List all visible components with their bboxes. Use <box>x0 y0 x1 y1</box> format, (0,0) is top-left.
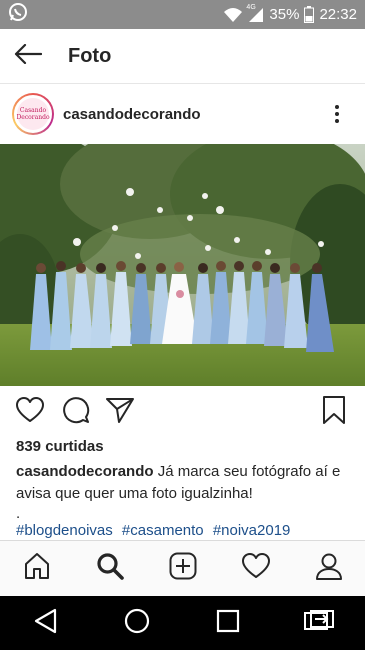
post-caption: casandodecorando Já marca seu fotógrafo … <box>16 461 351 505</box>
caption-username[interactable]: casandodecorando <box>16 463 154 480</box>
switch-apps-icon <box>303 609 335 638</box>
nav-switch-button[interactable] <box>294 598 344 648</box>
save-button[interactable] <box>319 395 349 429</box>
nav-back-button[interactable] <box>21 598 71 648</box>
hashtag-list: #blogdenoivas #casamento #noiva2019 <box>16 522 295 539</box>
square-recents-icon <box>216 609 240 638</box>
hashtag-link[interactable]: #noiva2019 <box>213 522 291 539</box>
caption-dot: . <box>16 505 21 522</box>
post-header: Casando Decorando casandodecorando <box>0 85 365 143</box>
more-options-button[interactable] <box>327 99 347 129</box>
more-dots-icon <box>335 105 339 109</box>
nav-recents-button[interactable] <box>203 598 253 648</box>
whatsapp-icon <box>8 2 28 27</box>
profile-icon <box>315 552 343 585</box>
bottom-tab-bar <box>0 540 365 596</box>
status-bar: 4G 35% 22:32 <box>0 0 365 29</box>
tab-new-post[interactable] <box>163 549 203 589</box>
tab-profile[interactable] <box>309 549 349 589</box>
android-nav-bar <box>0 596 365 650</box>
like-button[interactable] <box>15 396 45 428</box>
likes-count[interactable]: 839 curtidas <box>16 438 104 455</box>
circle-home-icon <box>124 608 150 639</box>
heart-icon <box>241 553 270 584</box>
tab-home[interactable] <box>17 549 57 589</box>
tab-activity[interactable] <box>236 549 276 589</box>
page-title: Foto <box>68 44 112 67</box>
avatar-logo: Casando Decorando <box>16 98 50 130</box>
post-photo[interactable] <box>0 144 365 386</box>
hashtag-link[interactable]: #casamento <box>122 522 204 539</box>
post-actions <box>0 392 365 432</box>
search-icon <box>96 552 124 585</box>
tab-search[interactable] <box>90 549 130 589</box>
clock: 22:32 <box>319 6 357 23</box>
bridesmaids-photo <box>0 144 365 386</box>
comment-icon <box>62 396 90 429</box>
heart-icon <box>16 396 44 428</box>
post-username[interactable]: casandodecorando <box>63 106 201 123</box>
hashtag-link[interactable]: #blogdenoivas <box>16 522 113 539</box>
share-icon <box>106 397 134 428</box>
arrow-left-icon <box>14 43 43 69</box>
comment-button[interactable] <box>61 396 91 429</box>
wifi-icon <box>223 7 243 23</box>
network-type: 4G <box>246 3 256 11</box>
battery-percent: 35% <box>269 6 300 23</box>
avatar[interactable]: Casando Decorando <box>12 93 54 135</box>
signal-icon: 4G <box>246 3 264 23</box>
back-button[interactable] <box>0 29 56 84</box>
triangle-back-icon <box>34 608 58 639</box>
bookmark-icon <box>322 395 346 429</box>
nav-home-button[interactable] <box>112 598 162 648</box>
top-header: Foto <box>0 29 365 84</box>
battery-icon <box>304 6 315 23</box>
add-post-icon <box>169 552 197 585</box>
share-button[interactable] <box>105 397 135 427</box>
home-icon <box>23 552 51 585</box>
